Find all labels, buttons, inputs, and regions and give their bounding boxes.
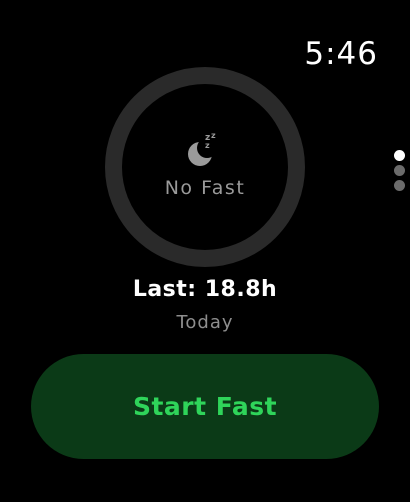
- moon-sleep-icon: z z z: [188, 131, 216, 166]
- fast-status-label: No Fast: [164, 177, 246, 199]
- fast-progress-ring[interactable]: z z z No Fast: [105, 67, 305, 267]
- last-fast-day: Today: [176, 312, 234, 333]
- ring-content: z z z No Fast: [122, 84, 288, 250]
- page-dot-1: [394, 150, 405, 161]
- svg-text:z: z: [211, 131, 216, 140]
- page-dot-2: [394, 165, 405, 176]
- svg-text:z: z: [205, 141, 210, 150]
- page-indicator[interactable]: [394, 150, 405, 191]
- clock-time: 5:46: [304, 36, 378, 72]
- page-dot-3: [394, 180, 405, 191]
- start-fast-button[interactable]: Start Fast: [31, 354, 379, 459]
- last-fast-duration: Last: 18.8h: [132, 277, 278, 302]
